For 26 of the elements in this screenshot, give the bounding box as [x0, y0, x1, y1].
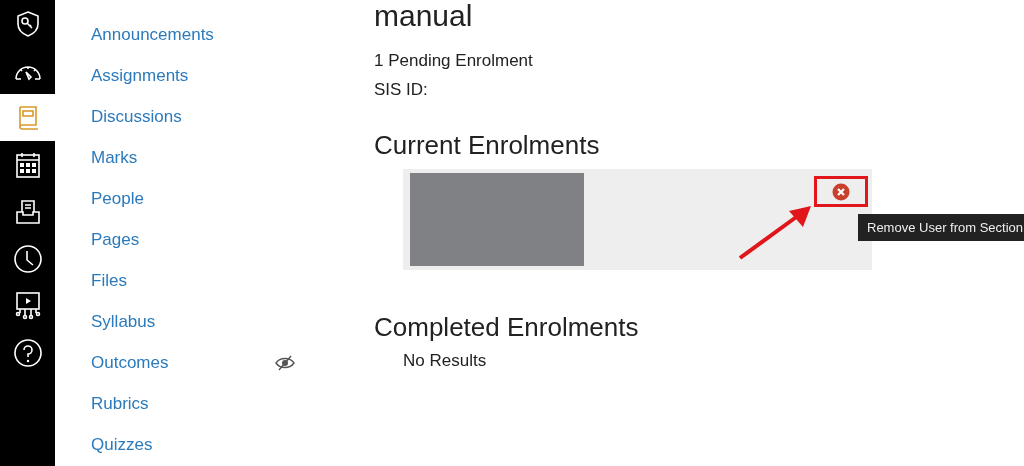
course-nav-link[interactable]: Rubrics [91, 394, 149, 415]
empty-message: No Results [403, 351, 488, 371]
course-nav-link[interactable]: Discussions [91, 106, 182, 127]
sis-id-label: SIS ID: [374, 79, 429, 101]
course-nav-link[interactable]: Marks [91, 147, 138, 168]
remove-button[interactable] [814, 176, 868, 207]
course-nav-link[interactable]: Syllabus [91, 312, 156, 333]
course-nav-link[interactable]: Outcomes [91, 353, 169, 374]
course-nav-link[interactable]: Assignments [91, 65, 189, 86]
inbox-icon[interactable] [14, 197, 41, 226]
tooltip: Remove User from Section [858, 214, 1024, 241]
close-icon [832, 182, 850, 201]
help-icon[interactable] [12, 337, 43, 368]
course-nav-link[interactable]: Quizzes [91, 435, 153, 456]
section-heading: Completed Enrolments [374, 312, 640, 343]
calendar-icon[interactable] [14, 150, 41, 179]
pending-enrolment-count: 1 Pending Enrolment [374, 50, 534, 72]
shield-key-icon[interactable] [14, 9, 41, 38]
course-nav-link[interactable]: Files [91, 271, 127, 292]
course-nav-link[interactable]: Pages [91, 230, 140, 250]
clock-icon[interactable] [12, 243, 43, 274]
section-title: manual [374, 0, 474, 32]
monitor-play-icon[interactable] [13, 290, 42, 321]
section-heading: Current Enrolments [374, 130, 601, 161]
course-nav-link[interactable]: People [91, 188, 144, 209]
course-nav-link[interactable]: Announcements [91, 24, 214, 45]
